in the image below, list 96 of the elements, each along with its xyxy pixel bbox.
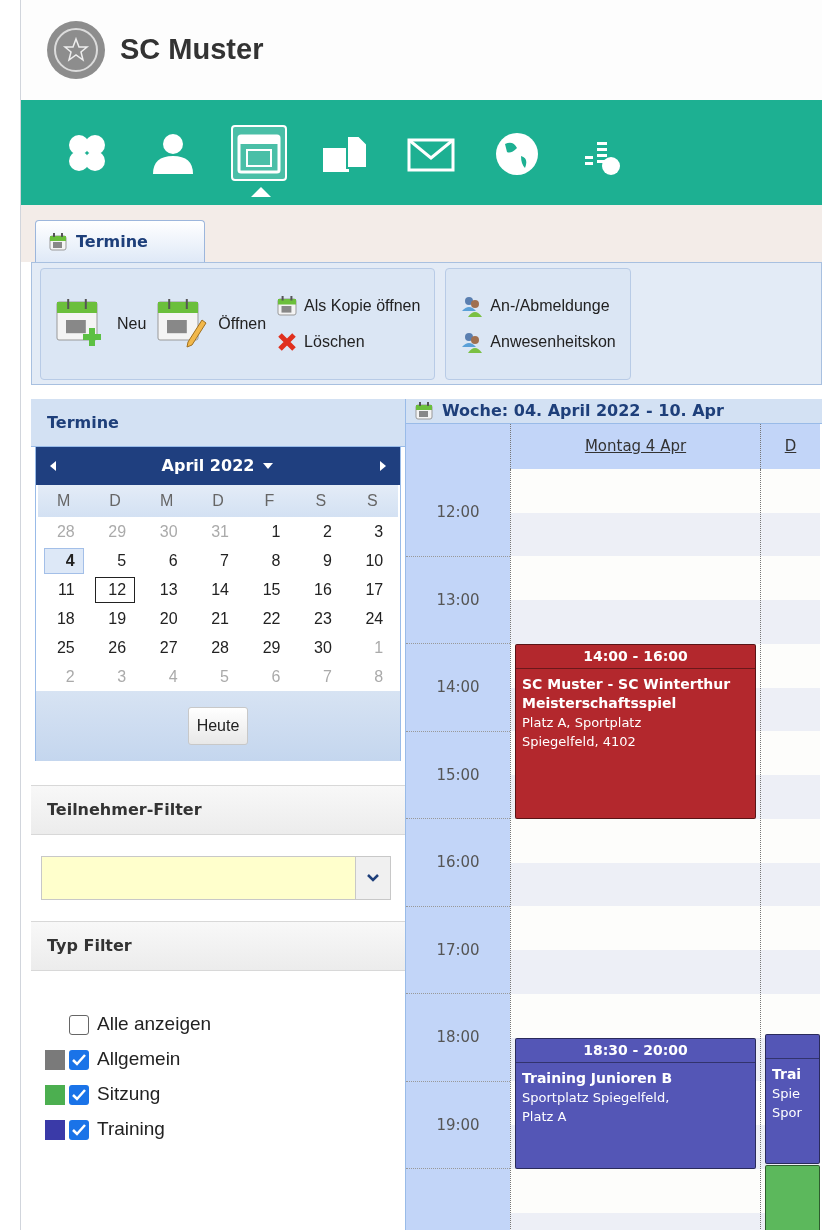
people-icon — [460, 294, 485, 317]
event-title: Trai — [772, 1065, 803, 1084]
event-location: Sportplatz Spiegelfeld, — [522, 1088, 671, 1107]
weekday-label: S — [295, 485, 347, 517]
type-filter-checkbox[interactable]: Alle anzeigen — [69, 1010, 212, 1039]
checkmark-icon — [72, 1088, 86, 1101]
toolbar-button[interactable]: Neu — [55, 297, 147, 350]
calendar-day[interactable]: 21 — [198, 605, 238, 632]
time-label: 12:00 — [436, 502, 480, 523]
calendar-icon — [48, 231, 68, 252]
checkmark-icon — [72, 1123, 86, 1136]
calendar-day[interactable]: 15 — [249, 576, 290, 603]
calendar-day[interactable]: 5 — [95, 547, 136, 574]
event-title: SC Muster - SC Winterthur Meisterschaftsspiel — [522, 675, 732, 713]
weekday-label: D — [192, 485, 244, 517]
time-label: 17:00 — [436, 939, 480, 961]
calendar-day[interactable]: 13 — [146, 576, 187, 603]
event-time: 18:30 - 20:00 — [516, 1038, 755, 1063]
toolbar-button[interactable]: Anwesenheitskon — [460, 329, 616, 354]
chevron-down-icon — [367, 874, 379, 882]
calendar-day[interactable]: 22 — [249, 605, 290, 632]
type-filter-checkbox[interactable]: Sitzung — [69, 1080, 161, 1109]
calendar-day[interactable]: 18 — [43, 605, 84, 632]
toolbar-button[interactable]: An-/Abmeldunge — [460, 293, 616, 318]
calendar-day[interactable]: 3 — [352, 518, 393, 545]
day-header-link[interactable]: Montag 4 Apr — [584, 435, 687, 458]
day-column[interactable]: Trai Spie Spor — [760, 469, 820, 1230]
weekday-label: M — [140, 485, 193, 517]
calendar-day[interactable]: 17 — [352, 576, 393, 603]
calendar-day[interactable]: 8 — [249, 547, 290, 574]
calendar-day[interactable]: 30 — [300, 634, 341, 661]
weekday-label: D — [89, 485, 141, 517]
month-selector[interactable]: April 2022 — [161, 454, 275, 478]
week-title: Woche: 04. April 2022 - 10. Apr — [442, 400, 724, 422]
calendar-day[interactable]: 2 — [300, 518, 341, 545]
event-card[interactable]: 18:30 - 20:00 Training Junioren B Sportplatz Spiegelfeld, Platz A — [515, 1037, 756, 1169]
calendar-day[interactable]: 26 — [95, 634, 136, 661]
day-column[interactable]: 14:00 - 16:00 SC Muster - SC Winterthur Meisterschaftsspiel Platz A, Sportplatz Spiegelfeld, 4102 18:30 - 20:00 Training Junioren B Sportplatz Spiegelfeld, Platz A — [510, 469, 760, 1230]
weekday-label: S — [346, 485, 398, 517]
caret-icon — [262, 462, 275, 470]
event-time: 14:00 - 16:00 — [516, 645, 755, 669]
calendar-copy-icon — [276, 294, 299, 317]
calendar-day[interactable]: 14 — [198, 576, 238, 603]
calendar-day[interactable]: 12 — [95, 576, 136, 603]
time-label: 19:00 — [436, 1114, 480, 1136]
today-button[interactable]: Heute — [187, 707, 249, 745]
tab[interactable]: Termine — [35, 220, 205, 262]
calendar-day[interactable]: 29 — [249, 634, 290, 661]
weekday-label: F — [243, 485, 296, 517]
calendar-day[interactable]: 6 — [146, 547, 187, 574]
participant-dropdown[interactable] — [41, 856, 391, 900]
event-location: Spiegelfeld, 4102 — [522, 733, 637, 751]
people-icon — [460, 330, 485, 353]
calendar-day[interactable]: 10 — [352, 547, 393, 574]
previous-month-icon — [48, 460, 58, 472]
weekday-label: M — [38, 485, 90, 517]
day-header-link[interactable]: D — [784, 435, 797, 458]
calendar-day[interactable]: 1 — [249, 518, 290, 545]
time-label: 16:00 — [436, 852, 480, 873]
toolbar-button[interactable]: Als Kopie öffnen — [276, 293, 421, 318]
app-title: SC Muster — [120, 32, 264, 68]
time-label: 18:00 — [436, 1027, 480, 1048]
time-label: 15:00 — [436, 764, 480, 786]
calendar-day[interactable]: 27 — [146, 634, 187, 661]
calendar-day[interactable]: 11 — [43, 576, 84, 603]
event-location: Spor — [772, 1104, 803, 1122]
event-card[interactable]: 14:00 - 16:00 SC Muster - SC Winterthur Meisterschaftsspiel Platz A, Sportplatz Spiegelfeld, 4102 — [515, 644, 756, 819]
delete-icon — [276, 330, 299, 353]
calendar-icon — [414, 401, 434, 421]
panel-title: Termine — [31, 399, 405, 447]
type-filter-checkbox[interactable]: Allgemein — [69, 1045, 181, 1074]
time-label: 13:00 — [436, 589, 480, 611]
calendar-day[interactable]: 16 — [300, 576, 341, 603]
calendar-day[interactable]: 9 — [300, 547, 341, 574]
event-location: Platz A, Sportplatz — [522, 714, 643, 732]
club-logo-icon — [46, 20, 106, 80]
type-filter-checkbox[interactable]: Training — [69, 1115, 165, 1144]
calendar-day[interactable]: 28 — [198, 634, 238, 661]
calendar-day[interactable]: 19 — [95, 605, 136, 632]
next-month-icon — [378, 460, 388, 472]
time-label: 14:00 — [436, 677, 480, 698]
section-header: Typ Filter — [31, 921, 405, 971]
calendar-day[interactable]: 7 — [198, 547, 238, 574]
calendar-day[interactable]: 4 — [43, 547, 84, 574]
checkmark-icon — [72, 1053, 86, 1066]
calendar-day[interactable]: 20 — [146, 605, 187, 632]
toolbar-button[interactable]: Öffnen — [156, 297, 267, 350]
calendar-day[interactable]: 25 — [43, 634, 84, 661]
event-card[interactable]: Trai Spie Spor — [765, 1034, 820, 1164]
event-location: Platz A — [522, 1107, 568, 1126]
event-title: Training Junioren B — [522, 1068, 674, 1088]
event-location: Spie — [772, 1085, 802, 1103]
section-header: Teilnehmer-Filter — [31, 785, 405, 835]
toolbar-button[interactable]: Löschen — [276, 329, 421, 354]
calendar-day[interactable]: 23 — [300, 605, 341, 632]
calendar-day[interactable]: 24 — [352, 605, 393, 632]
